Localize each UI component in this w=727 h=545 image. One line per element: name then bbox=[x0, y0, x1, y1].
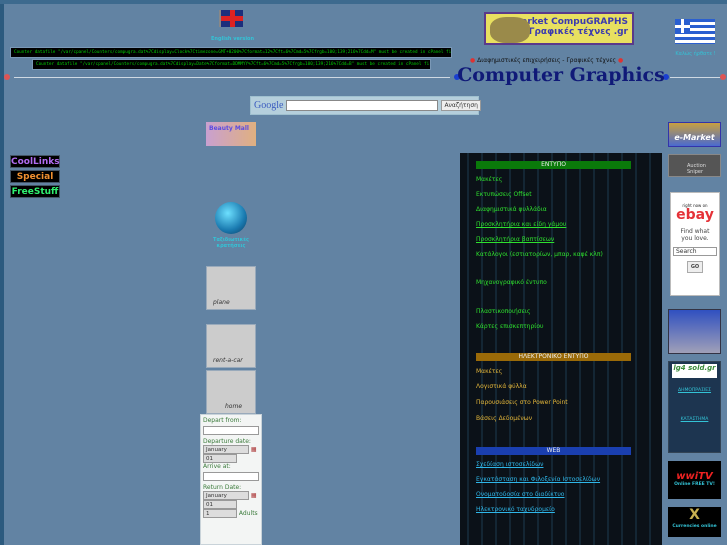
list-item[interactable]: Εκτυπώσεις Offset bbox=[476, 191, 532, 198]
globe-icon[interactable] bbox=[215, 202, 247, 234]
ebay-search-input[interactable]: Search bbox=[673, 247, 717, 256]
list-item[interactable]: Παρουσιάσεις στο Power Point bbox=[476, 399, 568, 406]
adults-label: Adults bbox=[238, 510, 258, 517]
search-input[interactable] bbox=[286, 100, 439, 111]
sold-gr-box: lg4 sold.gr ΔΗΜΟΠΡΑΣΙΕΣ ΚΑΤΑΣΤΗΜΑ bbox=[668, 361, 721, 453]
list-item[interactable]: Προσκλητήρια βαπτίσεων bbox=[476, 236, 554, 243]
wwitv-subtitle: Online FREE TV! bbox=[674, 482, 715, 487]
departure-day-select[interactable]: 01 bbox=[203, 454, 237, 463]
depart-from-input[interactable] bbox=[203, 426, 259, 435]
greek-flag-icon[interactable] bbox=[675, 19, 715, 44]
welcome-text: Καλώς ήρθατε ! bbox=[675, 51, 716, 57]
ebay-tagline: Find what you love. bbox=[680, 228, 710, 242]
currency-x-icon: X bbox=[689, 507, 700, 523]
home-button[interactable]: home bbox=[206, 370, 256, 414]
list-item[interactable]: Πλαστικοποιήσεις bbox=[476, 308, 530, 315]
divider bbox=[670, 77, 720, 78]
departure-date-label: Departure date: bbox=[203, 438, 251, 445]
left-border bbox=[0, 0, 4, 545]
home-label: home bbox=[225, 403, 243, 410]
emarket-banner[interactable]: e-Market bbox=[668, 122, 721, 147]
currencies-label: Currencies online bbox=[672, 524, 717, 529]
auctions-link[interactable]: ΔΗΜΟΠΡΑΣΙΕΣ bbox=[669, 388, 720, 393]
return-date-label: Return Date: bbox=[203, 484, 242, 491]
list-item[interactable]: Κατάλογοι (εστιατορίων, μπαρ, καφέ κλπ) bbox=[476, 251, 603, 258]
wwitv-banner[interactable]: wwiTV Online FREE TV! bbox=[668, 461, 721, 499]
list-item[interactable]: Βάσεις Δεδομένων bbox=[476, 415, 532, 422]
subtitle: ● Διαφημιστικές επιχειρήσεις - Γραφικές … bbox=[470, 57, 624, 64]
divider bbox=[14, 77, 450, 78]
section-header-web: WEB bbox=[476, 447, 631, 455]
list-item[interactable]: Μακέτες bbox=[476, 176, 502, 183]
return-day-select[interactable]: 01 bbox=[203, 500, 237, 509]
section-header-electronic: ΗΛΕΚΤΡΟΝΙΚΟ ΕΝΤΥΠΟ bbox=[476, 353, 631, 361]
google-search: Google Αναζήτηση bbox=[250, 96, 481, 115]
currencies-banner[interactable]: X Currencies online bbox=[668, 507, 721, 537]
store-link[interactable]: ΚΑΤΑΣΤΗΜΑ bbox=[669, 417, 720, 422]
google-logo: Google bbox=[254, 100, 284, 111]
search-button[interactable]: Αναζήτηση bbox=[441, 100, 481, 111]
arrive-at-label: Arrive at: bbox=[203, 463, 231, 470]
ebay-stores-banner[interactable] bbox=[668, 309, 721, 354]
ebay-logo[interactable]: ebay bbox=[671, 208, 719, 223]
special-banner[interactable]: Special bbox=[10, 170, 60, 183]
list-item[interactable]: Σχεδίαση ιστοσελίδων bbox=[476, 461, 543, 468]
list-item[interactable]: Προσκλητήρια και είδη γάμου bbox=[476, 221, 566, 228]
english-version-link[interactable]: English version bbox=[205, 36, 260, 42]
counter-error-2: Counter datafile "/var/cpanel/Counters/c… bbox=[32, 59, 431, 70]
section-header-print: ΕΝΤΥΠΟ bbox=[476, 161, 631, 169]
departure-month-select[interactable]: January bbox=[203, 445, 249, 454]
return-month-select[interactable]: January bbox=[203, 491, 249, 500]
bullet-icon bbox=[4, 74, 10, 80]
coollinks-banner[interactable]: CoolLinks bbox=[10, 155, 60, 168]
ebay-go-button[interactable]: GO bbox=[686, 261, 704, 273]
plane-label: plane bbox=[213, 299, 230, 306]
bullet-icon bbox=[720, 74, 726, 80]
list-item[interactable]: Εγκατάσταση και Φιλοξενία Ιστοσελίδων bbox=[476, 476, 600, 483]
list-item[interactable]: Ονοματοδοσία στο διαδίκτυο bbox=[476, 491, 564, 498]
beauty-mall-banner[interactable]: Beauty Mall bbox=[206, 122, 256, 146]
uk-flag-icon[interactable] bbox=[219, 10, 243, 27]
list-item[interactable]: Ηλεκτρονικό ταχυδρομείο bbox=[476, 506, 555, 513]
flight-search-form: Depart from: Departure date: January ▦ 0… bbox=[200, 414, 262, 545]
travel-bookings-link[interactable]: Ταξιδιωτικές κρατήσεις bbox=[208, 237, 254, 249]
list-item[interactable]: Διαφημιστικά φυλλάδια bbox=[476, 206, 547, 213]
sold-gr-logo[interactable]: lg4 sold.gr bbox=[672, 364, 717, 378]
counter-error-1: Counter datafile "/var/cpanel/Counters/c… bbox=[10, 47, 452, 58]
rent-a-car-button[interactable]: rent-a-car bbox=[206, 324, 256, 368]
logo-animal-icon bbox=[490, 17, 530, 43]
calendar-icon[interactable]: ▦ bbox=[251, 446, 257, 453]
arrive-at-input[interactable] bbox=[203, 472, 259, 481]
list-item[interactable]: Κάρτες επισκεπτηρίου bbox=[476, 323, 543, 330]
list-item[interactable]: Μακέτες bbox=[476, 368, 502, 375]
freestuff-banner[interactable]: FreeStuff bbox=[10, 185, 60, 198]
wwitv-logo: wwiTV bbox=[676, 471, 713, 482]
auction-sniper-banner[interactable]: Auction Sniper bbox=[668, 154, 721, 177]
list-item[interactable]: Μηχανογραφικό έντυπο bbox=[476, 279, 547, 286]
compugraphs-logo[interactable]: e-market CompuGRAPHS Γραφικές τέχνες .gr bbox=[484, 12, 634, 45]
auction-sniper-label: Auction Sniper bbox=[687, 163, 706, 175]
ebay-widget: right now on ebay Find what you love. Se… bbox=[670, 192, 720, 296]
adults-select[interactable]: 1 bbox=[203, 509, 237, 518]
depart-from-label: Depart from: bbox=[203, 417, 242, 424]
list-item[interactable]: Λογιστικά φύλλα bbox=[476, 383, 527, 390]
calendar-icon[interactable]: ▦ bbox=[251, 492, 257, 499]
page-title: Computer Graphics bbox=[457, 64, 665, 86]
services-panel: ΕΝΤΥΠΟ Μακέτες Εκτυπώσεις Offset Διαφημι… bbox=[460, 153, 662, 545]
plane-button[interactable]: plane bbox=[206, 266, 256, 310]
rent-a-car-label: rent-a-car bbox=[213, 357, 243, 364]
top-border bbox=[0, 0, 727, 4]
